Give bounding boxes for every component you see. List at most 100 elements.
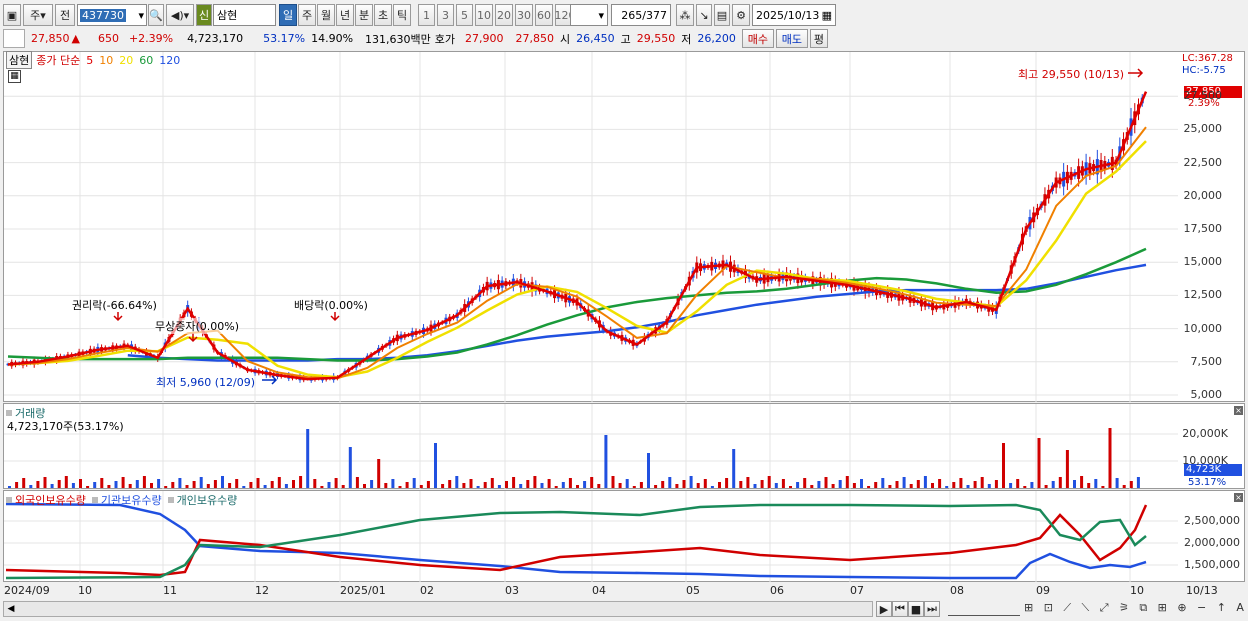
volume-bar (36, 481, 40, 488)
table-icon[interactable]: ▦ (8, 70, 21, 83)
volume-bar (710, 486, 714, 488)
stop-icon[interactable]: ■ (908, 601, 924, 617)
volume-bar (150, 483, 153, 488)
volume-bar (590, 477, 594, 488)
volume-bar (213, 480, 217, 488)
volume-bar (668, 477, 672, 488)
volume-rate-tag: 53.17% (1188, 477, 1227, 488)
volume-bar (675, 484, 679, 488)
volume-bar (540, 483, 544, 488)
holder-legend: 외국인보유수량 기관보유수량 개인보유수량 (6, 492, 237, 508)
volume-bar (796, 482, 800, 488)
ma-legend-item: 60 (139, 53, 154, 67)
volume-bar (327, 482, 331, 488)
volume-bar (1037, 438, 1041, 488)
x-tick: 10 (78, 584, 92, 597)
volume-bar (895, 481, 899, 488)
volume-bar (547, 479, 551, 488)
volume-bar (128, 484, 132, 488)
volume-bar (654, 485, 658, 488)
chart-canvas (4, 52, 1178, 582)
volume-bar (888, 485, 892, 488)
volume-bar (256, 478, 260, 488)
scroll-right-icon[interactable]: ▶ (876, 601, 892, 617)
volume-bar (611, 476, 615, 488)
holder-series-label: 개인보유수량 (176, 494, 238, 507)
volume-bar (377, 459, 381, 488)
volume-bar (270, 481, 274, 488)
x-tick: 02 (420, 584, 434, 597)
zoom-out-icon[interactable]: − (1197, 601, 1206, 617)
copy-icon[interactable]: ⧉ (1139, 601, 1147, 617)
grid-icon[interactable]: ⊞ (1158, 601, 1167, 617)
volume-bar (107, 485, 111, 488)
volume-bar (1101, 486, 1105, 488)
crosshair-icon[interactable]: ⊞ (1024, 601, 1033, 617)
volume-bar (867, 486, 871, 488)
scroll-left-icon[interactable]: ◀ (4, 602, 18, 616)
font-size-icon[interactable]: A (1236, 601, 1244, 617)
volume-bar (228, 483, 232, 488)
trend-tool-icon[interactable]: ⤢ (1100, 601, 1109, 617)
price-ytick: 10,000 (1183, 321, 1223, 335)
ma-legend-item: 5 (86, 53, 94, 67)
volume-bar (1080, 476, 1084, 488)
volume-bar (235, 479, 239, 488)
hc-label: HC:-5.75 (1182, 65, 1226, 76)
high-annotation: 최고 29,550 (10/13) (1018, 68, 1125, 81)
volume-bar (206, 484, 210, 488)
volume-bar (831, 484, 835, 488)
volume-bar (618, 483, 622, 488)
forward-icon[interactable]: ⏭ (924, 601, 940, 617)
ray-tool-icon[interactable]: ⟍ (1082, 601, 1090, 617)
volume-bar (881, 478, 885, 488)
volume-bar (334, 478, 338, 488)
scrollbar[interactable]: ◀ (3, 601, 873, 617)
volume-ytick: 20,000K (1182, 427, 1228, 440)
volume-bar (1044, 485, 1048, 488)
volume-bar (526, 480, 530, 488)
x-tick: 08 (950, 584, 964, 597)
volume-bar (725, 478, 729, 488)
volume-bar (505, 481, 508, 488)
close-volume-icon[interactable]: × (1234, 406, 1243, 415)
volume-bar (1115, 478, 1119, 488)
line-tool-icon[interactable]: ⟋ (1063, 601, 1071, 617)
holder-series-label: 기관보유수량 (100, 494, 162, 507)
volume-bar (817, 481, 821, 488)
price-ytick: 5,000 (1190, 388, 1223, 401)
volume-bar (625, 479, 629, 488)
volume-bar (277, 477, 281, 488)
volume-bar (583, 481, 587, 488)
volume-bar (476, 486, 480, 488)
volume-bar (114, 481, 118, 488)
x-tick: 10 (1130, 584, 1144, 597)
volume-bar (916, 480, 920, 488)
rewind-icon[interactable]: ⏮ (892, 601, 908, 617)
holder-ytick: 2,000,000 (1184, 536, 1240, 549)
fib-tool-icon[interactable]: ⚞ (1119, 601, 1129, 617)
volume-bar (8, 486, 11, 488)
volume-bar (682, 480, 686, 488)
legend-marker (6, 410, 12, 416)
volume-bar (405, 482, 409, 488)
volume-ytick: 10,000K (1182, 454, 1228, 467)
volume-bar (824, 477, 828, 488)
legend-stock-name[interactable]: 삼현 (6, 51, 33, 69)
arrow-up-icon[interactable]: ↑ (1217, 601, 1226, 617)
bonus-event-label: 무상증자(0.00%) (155, 318, 240, 334)
volume-bar (1009, 483, 1013, 488)
event-arrow (113, 312, 123, 322)
volume-bar (845, 476, 849, 488)
zoom-in-icon[interactable]: ⊕ (1177, 601, 1186, 617)
volume-bar (1129, 481, 1133, 488)
x-tick: 04 (592, 584, 606, 597)
zoom-slider[interactable] (948, 604, 1020, 616)
volume-bar (661, 481, 665, 488)
price-ytick: 27,500 (1183, 89, 1223, 103)
close-holder-icon[interactable]: × (1234, 493, 1243, 502)
volume-bar (938, 479, 942, 488)
magnet-icon[interactable]: ⊡ (1044, 601, 1053, 617)
volume-bar (171, 482, 175, 488)
volume-bar (50, 484, 54, 488)
